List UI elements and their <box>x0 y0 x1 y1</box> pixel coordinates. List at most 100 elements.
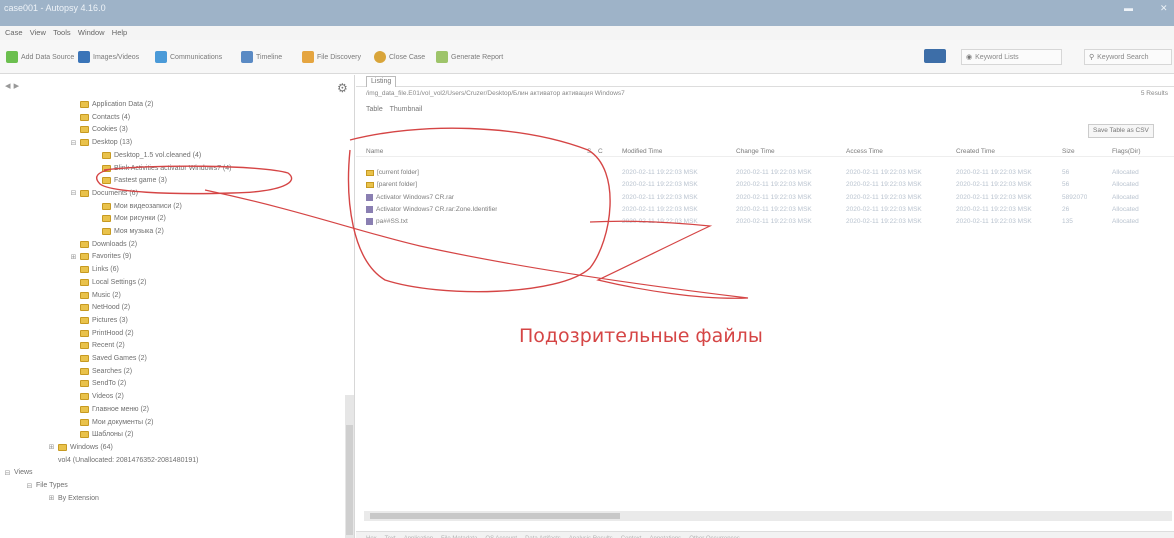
keyword-lists-button[interactable]: ◉ Keyword Lists <box>961 49 1062 65</box>
table-row[interactable]: [current folder] 2020-02-11 19:22:03 MSK 2… <box>356 167 1174 178</box>
expand-icon[interactable]: ⊞ <box>48 443 55 451</box>
tree-node[interactable]: ⊞ By Extension <box>48 493 99 504</box>
tree-node[interactable]: Application Data (2) <box>70 99 153 110</box>
tree-node[interactable]: Saved Games (2) <box>70 353 147 364</box>
tree-node[interactable]: Local Settings (2) <box>70 277 146 288</box>
menu-tools[interactable]: Tools <box>53 26 71 40</box>
file-name: Activator Windows7 CR.rar:Zone.Identifie… <box>376 205 498 213</box>
folder-icon <box>80 380 89 388</box>
tree-node[interactable]: ⊟ Desktop (13) <box>70 137 132 148</box>
tree-node[interactable]: Шаблоны (2) <box>70 429 133 440</box>
folder-icon <box>80 329 89 337</box>
column-header[interactable]: Modified Time <box>622 148 662 155</box>
tree-node[interactable]: ⊟ Views <box>4 467 33 478</box>
tree-node[interactable]: Мои рисунки (2) <box>92 213 166 224</box>
table-row[interactable]: pa##SS.txt 2020-02-11 19:22:03 MSK 2020-02… <box>356 216 1174 227</box>
tree-node[interactable]: PrintHood (2) <box>70 328 134 339</box>
tree-node[interactable]: Desktop_1.5 vol.cleaned (4) <box>92 150 201 161</box>
expand-icon[interactable]: ⊞ <box>48 494 55 502</box>
save-table-csv-button[interactable]: Save Table as CSV <box>1088 124 1154 138</box>
timeline-button[interactable]: Timeline <box>241 50 282 64</box>
tree-node[interactable]: vol4 (Unallocated: 2081476352-2081480191… <box>48 455 199 466</box>
file-icon <box>366 193 373 201</box>
communications-button[interactable]: Communications <box>155 50 222 64</box>
table-cell-access: 2020-02-11 19:22:03 MSK <box>846 169 922 176</box>
tree-node[interactable]: ⊞ Windows (64) <box>48 442 113 453</box>
communications-label: Communications <box>170 53 223 61</box>
file-discovery-button[interactable]: File Discovery <box>302 50 361 64</box>
column-header[interactable]: C <box>598 148 603 155</box>
folder-icon <box>102 215 111 223</box>
menu-window[interactable]: Window <box>78 26 105 40</box>
collapse-icon[interactable]: ⊟ <box>4 469 11 477</box>
add-data-source-button[interactable]: Add Data Source <box>6 50 74 64</box>
tree-scrollbar[interactable] <box>345 395 354 538</box>
collapse-icon[interactable]: ⊟ <box>26 482 33 490</box>
tree-node[interactable]: Мои документы (2) <box>70 417 154 428</box>
tree-node-label: Documents (6) <box>92 189 138 197</box>
keyword-lists-label: Keyword Lists <box>975 53 1019 61</box>
tree-node-label: Desktop_1.5 vol.cleaned (4) <box>114 151 202 159</box>
menu-help[interactable]: Help <box>112 26 127 40</box>
tree-node[interactable]: Downloads (2) <box>70 239 137 250</box>
table-scroll-thumb[interactable] <box>370 513 620 519</box>
tree-node[interactable]: Pictures (3) <box>70 315 128 326</box>
close-button[interactable]: ✕ <box>1160 3 1168 14</box>
table-cell-size: 56 <box>1062 181 1070 189</box>
file-name: Activator Windows7 CR.rar <box>376 193 455 201</box>
tree-scroll-thumb[interactable] <box>346 425 353 535</box>
table-cell-name: [current folder] <box>366 169 419 176</box>
back-forward-icon[interactable]: ◂ ▸ <box>5 79 19 92</box>
tree-node[interactable]: ⊟ Documents (6) <box>70 188 138 199</box>
table-horizontal-scrollbar[interactable] <box>364 511 1172 521</box>
menu-case[interactable]: Case <box>5 26 23 40</box>
file-name: [parent folder] <box>377 181 418 189</box>
tree-node[interactable]: Contacts (4) <box>70 112 130 123</box>
tree-node[interactable]: ⊟ File Types <box>26 480 68 491</box>
column-header[interactable]: Created Time <box>956 148 995 155</box>
tree-node[interactable]: NetHood (2) <box>70 302 130 313</box>
tree-node[interactable]: Cookies (3) <box>70 124 128 135</box>
column-header[interactable]: S <box>587 148 591 155</box>
tree-node[interactable]: Music (2) <box>70 290 121 301</box>
expand-icon[interactable]: ⊞ <box>70 253 77 261</box>
column-header[interactable]: Flags(Dir) <box>1112 148 1141 155</box>
tree-node[interactable]: Fastest game (3) <box>92 175 167 186</box>
title-bar: case001 - Autopsy 4.16.0 ▬ ✕ <box>0 0 1174 26</box>
column-header[interactable]: Size <box>1062 148 1075 155</box>
tree-node[interactable]: Videos (2) <box>70 391 124 402</box>
tab-table[interactable]: Table <box>366 106 383 113</box>
table-cell-modified: 2020-02-11 19:22:03 MSK <box>622 205 698 213</box>
folder-icon <box>102 177 111 185</box>
keyword-search-button[interactable]: ⚲ Keyword Search <box>1084 49 1172 65</box>
table-row[interactable]: Activator Windows7 CR.rar 2020-02-11 19:2… <box>356 192 1174 203</box>
tree-node[interactable]: Recent (2) <box>70 340 125 351</box>
table-row[interactable]: [parent folder] 2020-02-11 19:22:03 MSK 20… <box>356 179 1174 190</box>
menu-view[interactable]: View <box>30 26 46 40</box>
tree-node[interactable]: SendTo (2) <box>70 378 126 389</box>
table-cell-flags: Allocated <box>1112 205 1139 213</box>
table-cell-change: 2020-02-11 19:22:03 MSK <box>736 193 812 201</box>
tree-node[interactable]: Blink Activities activator Windows7 (4) <box>92 163 231 174</box>
column-header[interactable]: Change Time <box>736 148 775 155</box>
images-videos-button[interactable]: Images/Videos <box>78 50 139 64</box>
communications-icon <box>155 51 167 63</box>
collapse-icon[interactable]: ⊟ <box>70 139 77 147</box>
tab-listing[interactable]: Listing <box>366 76 397 87</box>
tree-node[interactable]: ⊞ Favorites (9) <box>70 251 131 262</box>
gear-icon[interactable]: ⚙ <box>337 81 348 95</box>
close-case-button[interactable]: Close Case <box>374 50 425 64</box>
tree-node[interactable]: Links (6) <box>70 264 119 275</box>
tree-node[interactable]: Мои видеозаписи (2) <box>92 201 182 212</box>
generate-report-button[interactable]: Generate Report <box>436 50 503 64</box>
collapse-icon[interactable]: ⊟ <box>70 189 77 197</box>
tree-node[interactable]: Главное меню (2) <box>70 404 149 415</box>
tree-node[interactable]: Моя музыка (2) <box>92 226 164 237</box>
column-header[interactable]: Access Time <box>846 148 883 155</box>
tree-node[interactable]: Searches (2) <box>70 366 132 377</box>
table-row[interactable]: Activator Windows7 CR.rar:Zone.Identifie… <box>356 204 1174 215</box>
column-header[interactable]: Name <box>366 148 383 155</box>
minimize-button[interactable]: ▬ <box>1124 3 1133 13</box>
tab-thumbnail[interactable]: Thumbnail <box>390 106 423 113</box>
table-cell-created: 2020-02-11 19:22:03 MSK <box>956 193 1032 201</box>
